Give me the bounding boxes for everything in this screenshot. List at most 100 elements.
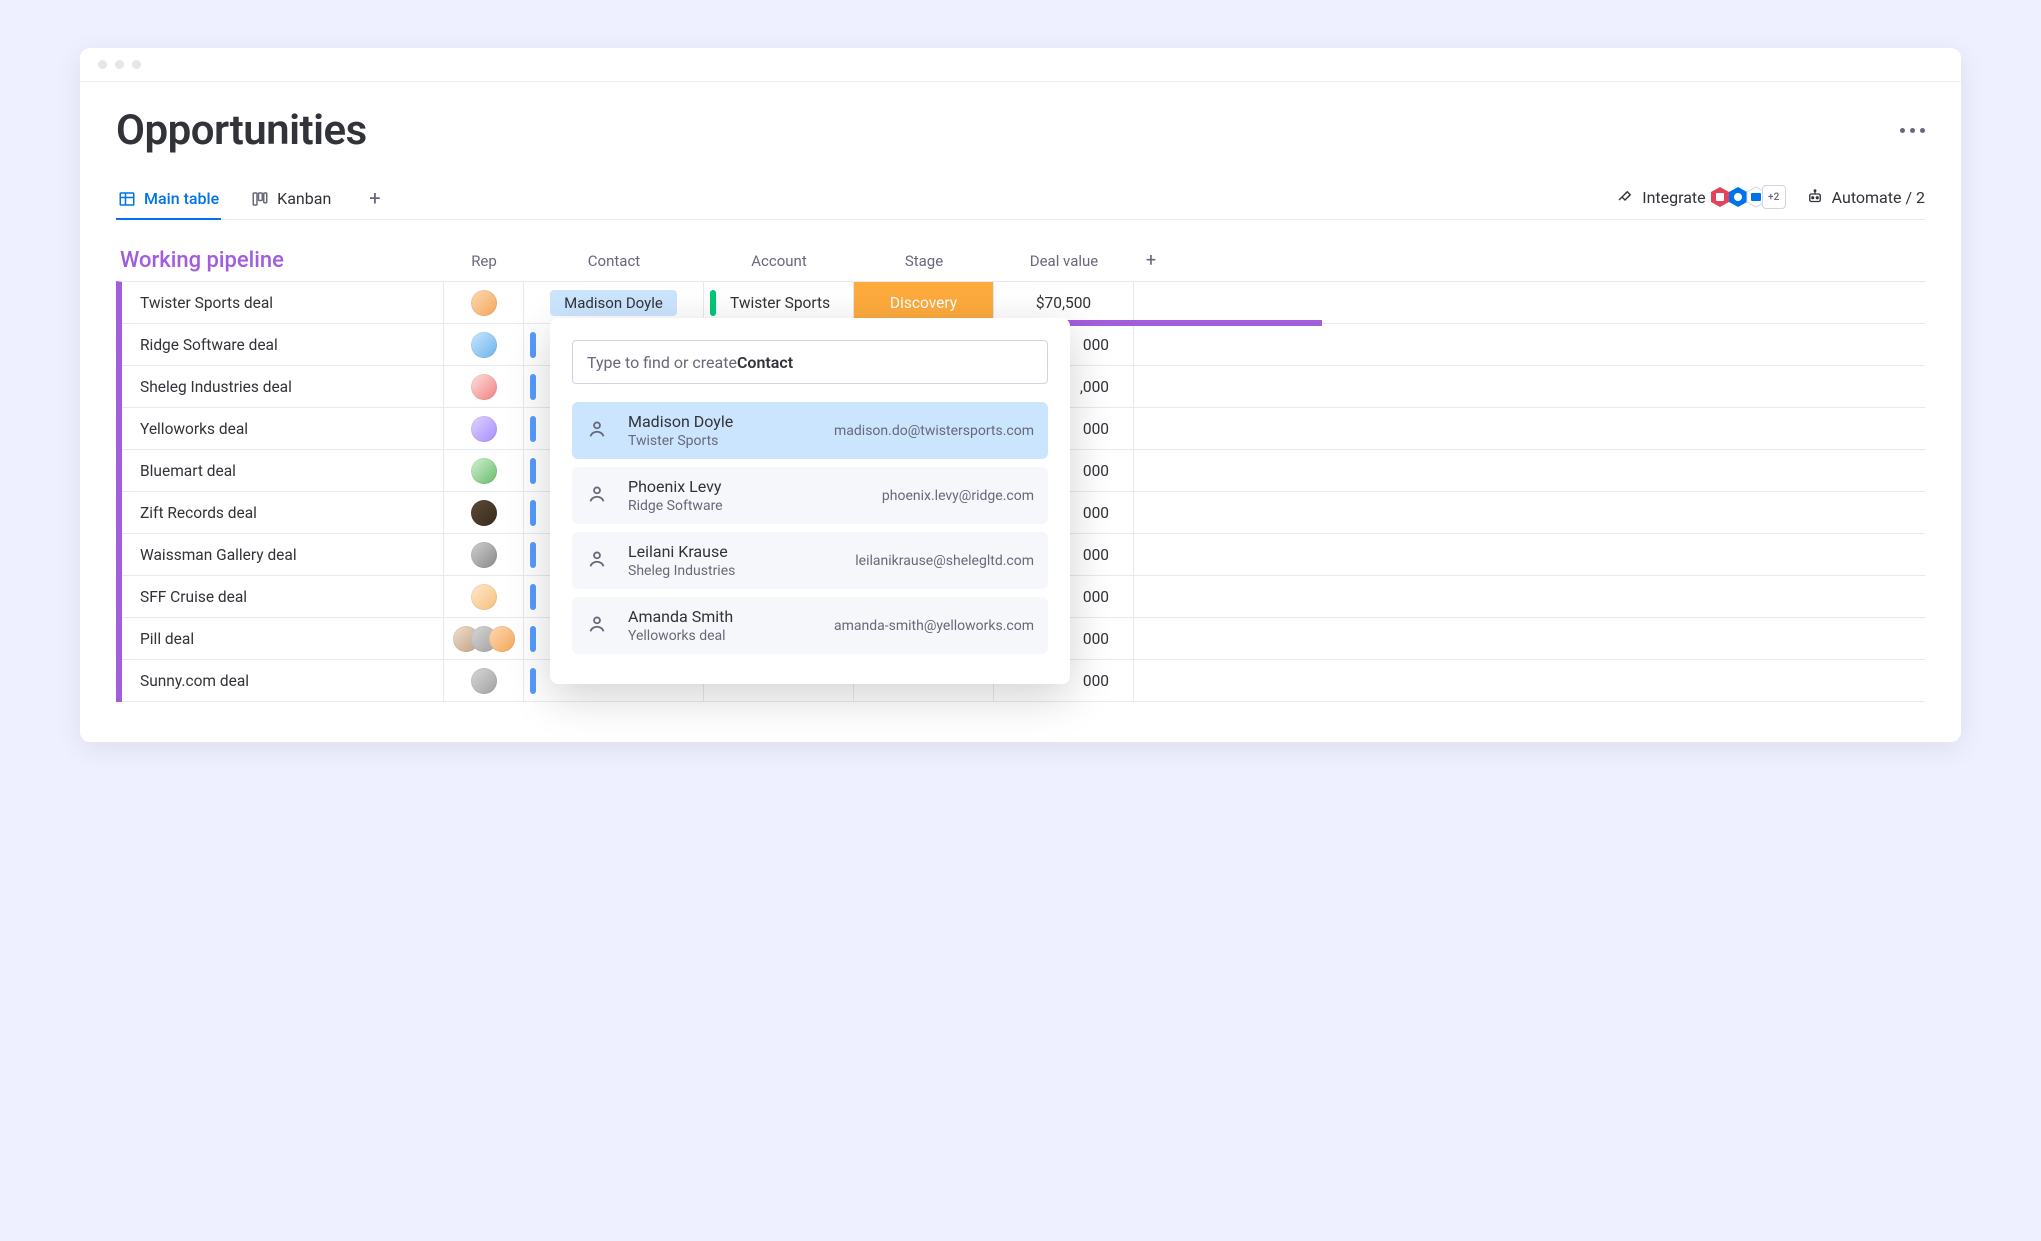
cell-blank — [1134, 450, 1168, 491]
cell-contact[interactable]: Madison Doyle — [524, 282, 704, 323]
avatar — [471, 416, 497, 442]
cell-name[interactable]: Yelloworks deal — [122, 408, 444, 449]
search-placeholder-prefix: Type to find or create — [587, 353, 737, 372]
contact-search-input[interactable]: Type to find or create Contact — [572, 340, 1048, 384]
contact-link-bar[interactable] — [530, 458, 536, 484]
integrate-button[interactable]: Integrate +2 — [1616, 185, 1785, 209]
tab-label: Kanban — [277, 189, 331, 208]
automate-label: Automate / 2 — [1832, 188, 1925, 207]
cell-blank — [1134, 408, 1168, 449]
col-header-rep[interactable]: Rep — [444, 252, 524, 270]
integration-more-badge[interactable]: +2 — [1762, 185, 1786, 209]
integrate-label: Integrate — [1642, 188, 1705, 207]
contact-link-bar[interactable] — [530, 542, 536, 568]
contact-option[interactable]: Amanda SmithYelloworks dealamanda-smith@… — [572, 597, 1048, 654]
contact-link-bar[interactable] — [530, 668, 536, 694]
avatar — [471, 458, 497, 484]
cell-name[interactable]: Twister Sports deal — [122, 282, 444, 323]
cell-deal-value[interactable]: $70,500 — [994, 282, 1134, 323]
cell-name[interactable]: Pill deal — [122, 618, 444, 659]
avatar — [471, 374, 497, 400]
group-header: Working pipeline Rep Contact Account Sta… — [116, 244, 1925, 281]
integration-badges: +2 — [1714, 185, 1786, 209]
cell-rep[interactable] — [444, 660, 524, 701]
tab-label: Main table — [144, 189, 219, 208]
add-view-button[interactable]: + — [361, 186, 388, 214]
col-header-account[interactable]: Account — [704, 252, 854, 270]
tab-main-table[interactable]: Main table — [116, 181, 221, 220]
window-titlebar — [80, 48, 1961, 82]
cell-rep[interactable] — [444, 492, 524, 533]
window-control-dot — [132, 60, 141, 69]
automate-button[interactable]: Automate / 2 — [1806, 188, 1925, 207]
contact-option-org: Ridge Software — [628, 498, 882, 514]
avatar — [489, 626, 515, 652]
cell-rep[interactable] — [444, 282, 524, 323]
contact-link-bar[interactable] — [530, 626, 536, 652]
cell-blank — [1134, 282, 1168, 323]
cell-blank — [1134, 366, 1168, 407]
contact-option-email: amanda-smith@yelloworks.com — [834, 618, 1034, 634]
cell-name[interactable]: Waissman Gallery deal — [122, 534, 444, 575]
contact-option-org: Twister Sports — [628, 433, 834, 449]
contact-option-email: madison.do@twistersports.com — [834, 423, 1034, 439]
person-icon — [586, 613, 628, 639]
contact-link-bar[interactable] — [530, 374, 536, 400]
cell-rep[interactable] — [444, 450, 524, 491]
cell-stage[interactable]: Discovery — [854, 282, 994, 323]
contact-option[interactable]: Madison Doyle Twister Sportsmadison.do@tw… — [572, 402, 1048, 459]
cell-name[interactable]: SFF Cruise deal — [122, 576, 444, 617]
col-header-stage[interactable]: Stage — [854, 252, 994, 270]
app-window: Opportunities Main table Kanban — [80, 48, 1961, 742]
cell-blank — [1134, 324, 1168, 365]
cell-name[interactable]: Bluemart deal — [122, 450, 444, 491]
contact-option[interactable]: Phoenix LevyRidge Softwarephoenix.levy@r… — [572, 467, 1048, 524]
table-icon — [118, 190, 136, 208]
cell-rep[interactable] — [444, 408, 524, 449]
col-header-deal[interactable]: Deal value — [994, 252, 1134, 270]
person-icon — [586, 548, 628, 574]
contact-link-bar[interactable] — [530, 332, 536, 358]
cell-rep[interactable] — [444, 576, 524, 617]
account-link-bar — [710, 290, 716, 316]
kanban-icon — [251, 190, 269, 208]
contact-option-name: Madison Doyle — [628, 412, 834, 431]
cell-account[interactable]: Twister Sports — [704, 282, 854, 323]
cell-name[interactable]: Sheleg Industries deal — [122, 366, 444, 407]
cell-blank — [1134, 534, 1168, 575]
window-control-dot — [98, 60, 107, 69]
contact-chip[interactable]: Madison Doyle — [550, 290, 677, 316]
stage-pill[interactable]: Discovery — [854, 282, 993, 323]
contact-link-bar[interactable] — [530, 500, 536, 526]
cell-rep[interactable] — [444, 534, 524, 575]
cell-blank — [1134, 492, 1168, 533]
avatar — [471, 500, 497, 526]
cell-blank — [1134, 576, 1168, 617]
contact-option-name: Phoenix Levy — [628, 477, 882, 496]
contact-option-org: Yelloworks deal — [628, 628, 834, 644]
robot-icon — [1806, 188, 1824, 206]
contact-link-bar[interactable] — [530, 416, 536, 442]
contact-option-name: Leilani Krause — [628, 542, 855, 561]
contact-options-list: Madison Doyle Twister Sportsmadison.do@tw… — [572, 402, 1048, 654]
page-menu-button[interactable] — [1900, 128, 1925, 133]
group-name[interactable]: Working pipeline — [116, 248, 444, 273]
avatar — [471, 668, 497, 694]
cell-blank — [1134, 660, 1168, 701]
col-header-contact[interactable]: Contact — [524, 252, 704, 270]
contact-option[interactable]: Leilani KrauseSheleg Industriesleilanikr… — [572, 532, 1048, 589]
contact-link-bar[interactable] — [530, 584, 536, 610]
contact-option-org: Sheleg Industries — [628, 563, 855, 579]
cell-name[interactable]: Ridge Software deal — [122, 324, 444, 365]
cell-name[interactable]: Zift Records deal — [122, 492, 444, 533]
cell-name[interactable]: Sunny.com deal — [122, 660, 444, 701]
avatar — [471, 290, 497, 316]
tab-kanban[interactable]: Kanban — [249, 181, 333, 220]
add-column-button[interactable]: + — [1134, 250, 1168, 271]
cell-rep[interactable] — [444, 366, 524, 407]
cell-rep[interactable] — [444, 618, 524, 659]
plug-icon — [1616, 188, 1634, 206]
contact-picker-popover: Type to find or create Contact Madison D… — [550, 318, 1070, 684]
avatar — [471, 332, 497, 358]
cell-rep[interactable] — [444, 324, 524, 365]
